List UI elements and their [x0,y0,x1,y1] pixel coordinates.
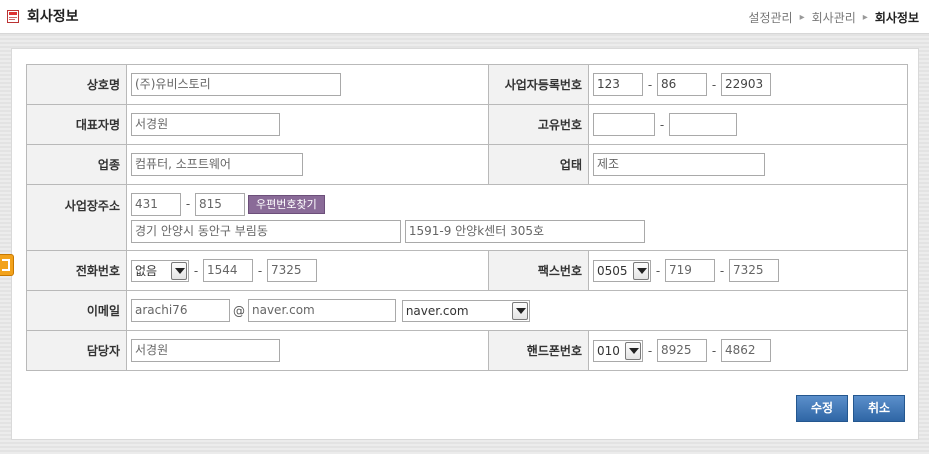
label-business-type: 업종 [26,144,127,185]
chevron-down-icon [625,341,641,360]
label-address: 사업장주소 [26,184,127,251]
phone-area-value: 없음 [135,263,158,278]
email-domain-input[interactable]: naver.com [248,299,396,322]
breadcrumb-item-current: 회사정보 [874,11,919,25]
side-tab-toggle[interactable] [0,254,14,276]
business-type-input[interactable]: 컴퓨터, 소프트웨어 [131,153,303,176]
chevron-down-icon [633,261,649,280]
manager-input[interactable]: 서경원 [131,339,280,362]
address2-input[interactable]: 1591-9 안양k센터 305호 [404,219,645,243]
chevron-down-icon [511,301,528,320]
separator: - [719,263,725,278]
label-biz-reg-no: 사업자등록번호 [488,64,589,105]
email-at-sign: @ [233,303,245,318]
email-id-input[interactable]: arachi76 [131,299,230,322]
separator: - [257,263,263,278]
phone-part3[interactable]: 7325 [267,259,317,282]
label-ceo: 대표자명 [26,104,127,145]
mobile-prefix-select[interactable]: 010 [593,339,643,362]
unique-no-part2[interactable] [669,113,737,136]
breadcrumb-item-company-admin[interactable]: 회사관리 [812,9,856,26]
mobile-part3[interactable]: 4862 [721,339,771,362]
chevron-right-icon: ▸ [862,12,868,23]
label-mobile: 핸드폰번호 [488,330,589,371]
fax-part2[interactable]: 719 [665,259,715,282]
ceo-input[interactable]: 서경원 [131,113,280,136]
biz-reg-no-part3[interactable]: 22903 [721,73,771,96]
business-category-input[interactable]: 제조 [593,153,765,176]
fax-part3[interactable]: 7325 [729,259,779,282]
email-domain-select-value: naver.com [405,303,469,318]
biz-reg-no-part2[interactable]: 86 [657,73,707,96]
company-info-form: 상호명 (주)유비스토리 사업자등록번호 123-86-22903 대표자명 서… [26,64,908,371]
fax-area-value: 0505 [597,263,628,278]
phone-area-select[interactable]: 없음 [131,259,189,282]
zip-part2[interactable]: 815 [195,192,245,216]
arrow-icon [2,259,10,271]
separator: - [185,197,191,211]
zip-part1[interactable]: 431 [131,192,181,216]
separator: - [659,117,665,132]
cancel-button[interactable]: 취소 [853,395,905,422]
document-icon [7,10,19,23]
label-unique-no: 고유번호 [488,104,589,145]
breadcrumb: 설정관리 ▸ 회사관리 ▸ 회사정보 [748,9,919,26]
zip-search-button[interactable]: 우편번호찾기 [248,194,325,214]
separator: - [655,263,661,278]
label-fax: 팩스번호 [488,250,589,291]
label-company-name: 상호명 [26,64,127,105]
label-email: 이메일 [26,290,127,331]
page-title: 회사정보 [27,9,79,25]
chevron-down-icon [171,261,187,280]
edit-button[interactable]: 수정 [796,395,848,422]
mobile-prefix-value: 010 [597,343,620,358]
separator: - [711,77,717,92]
label-phone: 전화번호 [26,250,127,291]
unique-no-part1[interactable] [593,113,655,136]
email-domain-select[interactable]: naver.com [401,299,530,322]
header-bar: 회사정보 설정관리 ▸ 회사관리 ▸ 회사정보 [0,0,929,34]
phone-part2[interactable]: 1544 [203,259,253,282]
separator: - [647,77,653,92]
biz-reg-no-part1[interactable]: 123 [593,73,643,96]
company-name-input[interactable]: (주)유비스토리 [131,73,341,96]
separator: - [647,343,653,358]
breadcrumb-item-settings[interactable]: 설정관리 [748,9,792,26]
fax-area-select[interactable]: 0505 [593,259,651,282]
label-manager: 담당자 [26,330,127,371]
address1-input[interactable]: 경기 안양시 동안구 부림동 [131,219,401,243]
mobile-part2[interactable]: 8925 [657,339,707,362]
separator: - [711,343,717,358]
label-business-category: 업태 [488,144,589,185]
chevron-right-icon: ▸ [799,12,805,23]
separator: - [193,263,199,278]
